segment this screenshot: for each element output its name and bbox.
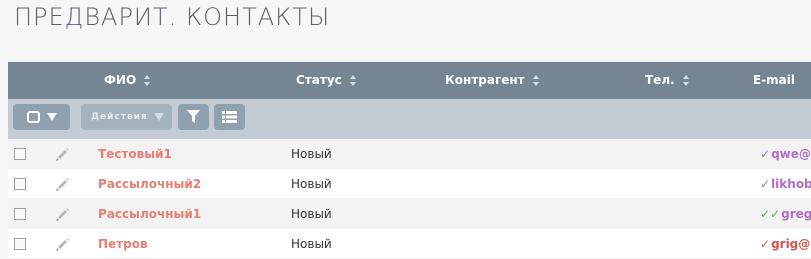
page-title: ПРЕДВАРИТ. КОНТАКТЫ xyxy=(14,3,331,31)
pencil-icon[interactable] xyxy=(55,237,70,251)
column-label: E-mail xyxy=(753,73,796,87)
column-label: Тел. xyxy=(645,73,675,87)
table-header: ФИО Статус Контрагент Тел. E-mail xyxy=(8,62,811,99)
email-value[interactable]: ✓qwe@a xyxy=(760,147,811,161)
status-value: Новый xyxy=(291,207,332,221)
column-label: ФИО xyxy=(104,73,137,87)
table-row: Рассылочный2 Новый ✓likhobe xyxy=(8,169,811,199)
table-toolbar: Действия xyxy=(8,99,811,139)
chevron-down-icon xyxy=(154,113,164,121)
column-phone[interactable]: Тел. xyxy=(645,73,690,87)
table-row: Рассылочный1 Новый ✓✓greg xyxy=(8,199,811,229)
email-status-icon: ✓ xyxy=(760,237,771,251)
email-link[interactable]: likhobe xyxy=(771,177,811,191)
checkbox-dropdown-icon xyxy=(26,111,40,123)
email-status-icon: ✓ xyxy=(760,177,771,191)
chevron-down-icon xyxy=(46,113,57,121)
pencil-icon[interactable] xyxy=(55,207,70,221)
sort-icon[interactable] xyxy=(532,74,540,86)
column-label: Контрагент xyxy=(445,73,525,87)
email-value[interactable]: ✓✓greg xyxy=(760,207,811,221)
row-checkbox[interactable] xyxy=(14,148,26,160)
contact-name-link[interactable]: Тестовый1 xyxy=(98,147,172,161)
list-icon xyxy=(222,111,237,123)
table-row: Тестовый1 Новый ✓qwe@a xyxy=(8,139,811,169)
email-link[interactable]: qwe@a xyxy=(771,147,811,161)
status-value: Новый xyxy=(291,147,332,161)
column-label: Статус xyxy=(296,73,342,87)
column-email[interactable]: E-mail xyxy=(753,73,795,87)
select-dropdown-button[interactable] xyxy=(13,104,70,130)
pencil-icon[interactable] xyxy=(55,177,70,191)
contact-name-link[interactable]: Рассылочный2 xyxy=(98,177,201,191)
sort-icon[interactable] xyxy=(682,74,690,86)
table-row: Петров Новый ✓grig@n xyxy=(8,229,811,259)
pencil-icon[interactable] xyxy=(55,147,70,161)
row-checkbox[interactable] xyxy=(14,178,26,190)
list-view-button[interactable] xyxy=(214,104,245,130)
status-value: Новый xyxy=(291,177,332,191)
contact-name-link[interactable]: Петров xyxy=(98,237,148,251)
sort-icon[interactable] xyxy=(144,74,151,86)
contact-name-link[interactable]: Рассылочный1 xyxy=(98,207,201,221)
contacts-table: ФИО Статус Контрагент Тел. E-mail Действ… xyxy=(8,62,811,259)
email-value[interactable]: ✓likhobe xyxy=(760,177,811,191)
filter-icon xyxy=(187,110,200,123)
email-value[interactable]: ✓grig@n xyxy=(760,237,811,251)
column-status[interactable]: Статус xyxy=(296,73,357,87)
email-status-icon: ✓✓ xyxy=(760,207,781,221)
status-value: Новый xyxy=(291,237,332,251)
email-link[interactable]: grig@n xyxy=(771,237,811,251)
sort-icon[interactable] xyxy=(349,74,357,86)
email-status-icon: ✓ xyxy=(760,147,771,161)
email-link[interactable]: greg xyxy=(781,207,811,221)
filter-button[interactable] xyxy=(178,104,209,130)
row-checkbox[interactable] xyxy=(14,238,26,250)
column-fio[interactable]: ФИО xyxy=(104,73,151,87)
actions-button[interactable]: Действия xyxy=(81,104,172,130)
column-counterparty[interactable]: Контрагент xyxy=(445,73,540,87)
row-checkbox[interactable] xyxy=(14,208,26,220)
actions-label: Действия xyxy=(91,112,148,122)
